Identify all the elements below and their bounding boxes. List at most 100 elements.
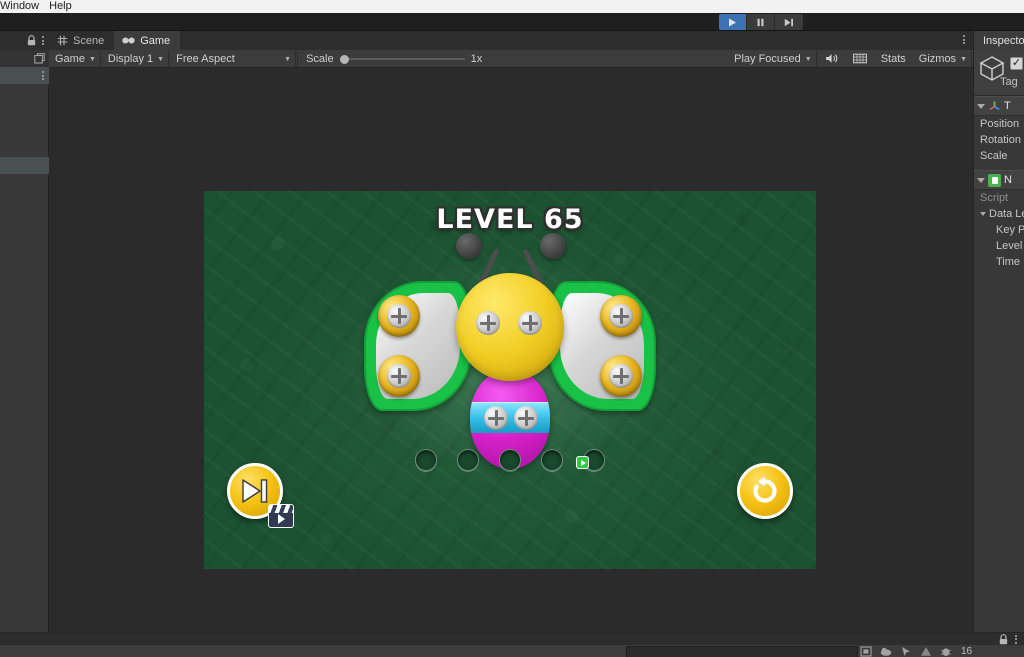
skip-forward-icon <box>242 479 268 503</box>
property-rotation[interactable]: Rotation <box>974 132 1024 148</box>
property-level[interactable]: Level <box>974 238 1024 254</box>
scale-label: Scale <box>306 52 334 65</box>
step-button[interactable] <box>775 14 803 30</box>
screw-slot-5[interactable] <box>576 449 605 471</box>
property-data-level[interactable]: Data Lev <box>974 206 1024 222</box>
playmode-controls[interactable] <box>719 14 803 30</box>
gizmos-dropdown[interactable]: Gizmos ▼ <box>912 50 972 67</box>
video-play-badge-icon[interactable] <box>576 456 589 469</box>
chevron-down-icon: ▼ <box>284 56 292 63</box>
scale-slider[interactable] <box>339 52 465 66</box>
kebab-menu-icon[interactable] <box>42 71 44 80</box>
property-key-p[interactable]: Key P <box>974 222 1024 238</box>
tab-game-label: Game <box>140 34 171 47</box>
screw-icon[interactable] <box>609 304 633 328</box>
menu-item-window[interactable]: Window <box>0 0 39 13</box>
left-dock-header <box>0 31 49 50</box>
aspect-dropdown[interactable]: Free Aspect ▼ <box>170 50 297 67</box>
slider-knob[interactable] <box>339 54 349 64</box>
screw-slot-3[interactable] <box>499 449 521 471</box>
gizmos-label: Gizmos <box>918 52 957 65</box>
foldout-arrow-icon[interactable] <box>980 212 986 216</box>
screw-icon[interactable] <box>387 304 411 328</box>
screw-icon[interactable] <box>609 364 633 388</box>
pause-icon <box>757 18 764 26</box>
skip-level-button[interactable] <box>227 463 294 528</box>
property-time[interactable]: Time <box>974 254 1024 270</box>
os-menu-bar[interactable]: Window Help <box>0 0 1024 13</box>
bug-icon[interactable] <box>940 646 952 657</box>
screw-band-left[interactable] <box>484 406 508 430</box>
display-target-dropdown[interactable]: Game ▼ <box>49 50 101 67</box>
status-count: 16 <box>961 646 973 657</box>
game-screen[interactable]: LEVEL 65 <box>204 191 816 569</box>
pause-button[interactable] <box>747 14 775 30</box>
screw-band-right[interactable] <box>514 406 538 430</box>
aspect-frame-button[interactable] <box>846 51 874 67</box>
kebab-menu-icon[interactable] <box>42 36 44 45</box>
scale-control[interactable]: Scale 1x <box>297 50 490 67</box>
clapperboard-icon[interactable] <box>268 504 294 528</box>
left-dock-panel <box>0 31 49 632</box>
panel-menu-icon[interactable] <box>963 35 965 44</box>
play-button[interactable] <box>719 14 747 30</box>
stats-label: Stats <box>880 52 906 65</box>
playmode-dropdown[interactable]: Play Focused ▼ <box>728 50 817 67</box>
screw-socket-wing-right-top[interactable] <box>600 295 642 337</box>
game-view-panel: Scene Game Game ▼ Display 1 ▼ Free Aspec… <box>49 31 973 632</box>
foldout-arrow-icon[interactable] <box>977 103 985 109</box>
game-render-area[interactable]: LEVEL 65 <box>49 68 973 632</box>
screw-slot-2[interactable] <box>457 449 479 471</box>
screw-slot-1[interactable] <box>415 449 437 471</box>
inspector-object-header: ✓ Tag <box>974 50 1024 96</box>
collab-icon[interactable] <box>860 646 872 657</box>
game-view-tabstrip: Scene Game <box>49 31 973 50</box>
component-title-script: N <box>1004 174 1012 186</box>
step-forward-icon <box>784 18 793 26</box>
screw-head-right[interactable] <box>518 311 542 335</box>
property-position[interactable]: Position <box>974 116 1024 132</box>
screw-slot-4[interactable] <box>541 449 563 471</box>
status-bar: 16 <box>0 632 1024 657</box>
screw-head-left[interactable] <box>476 311 500 335</box>
window-restore-icon <box>34 53 45 64</box>
component-header-script[interactable]: N <box>974 170 1024 190</box>
wing-right <box>548 281 656 411</box>
left-dock-row[interactable] <box>0 157 49 174</box>
screw-socket-wing-left-top[interactable] <box>378 295 420 337</box>
left-dock-row-selected[interactable] <box>0 67 49 84</box>
clapper-play-triangle <box>277 514 285 524</box>
lock-icon[interactable] <box>27 35 36 46</box>
status-bar-top <box>0 633 1024 645</box>
status-search-input[interactable] <box>626 646 858 657</box>
screw-socket-wing-left-bottom[interactable] <box>378 355 420 397</box>
tab-game[interactable]: Game <box>114 31 181 50</box>
lock-icon[interactable] <box>999 633 1008 645</box>
stats-button[interactable]: Stats <box>874 51 913 67</box>
script-icon <box>988 173 1001 187</box>
mute-audio-button[interactable] <box>818 51 846 67</box>
asset-icon[interactable] <box>920 646 932 657</box>
component-header-transform[interactable]: T <box>974 96 1024 116</box>
antenna-right-tip <box>540 233 566 259</box>
scale-value: 1x <box>470 52 483 65</box>
cursor-icon[interactable] <box>900 646 912 657</box>
tab-inspector[interactable]: Inspector <box>974 31 1024 50</box>
menu-item-help[interactable]: Help <box>49 0 72 13</box>
unity-main-toolbar <box>0 13 1024 31</box>
property-script: Script <box>980 192 1009 204</box>
restart-level-button[interactable] <box>737 463 793 519</box>
screw-socket-wing-right-bottom[interactable] <box>600 355 642 397</box>
foldout-arrow-icon[interactable] <box>977 177 985 183</box>
cloud-icon[interactable] <box>880 646 892 657</box>
butterfly-puzzle-object[interactable] <box>330 229 690 479</box>
display-dropdown[interactable]: Display 1 ▼ <box>101 50 170 67</box>
tab-inspector-label: Inspector <box>983 34 1024 47</box>
property-scale[interactable]: Scale <box>974 148 1024 164</box>
tab-scene[interactable]: Scene <box>49 31 114 50</box>
play-icon <box>729 18 736 26</box>
screw-icon[interactable] <box>387 364 411 388</box>
object-enabled-checkbox[interactable]: ✓ <box>1010 57 1023 70</box>
butterfly-band <box>470 402 550 433</box>
kebab-menu-icon[interactable] <box>1015 634 1017 644</box>
